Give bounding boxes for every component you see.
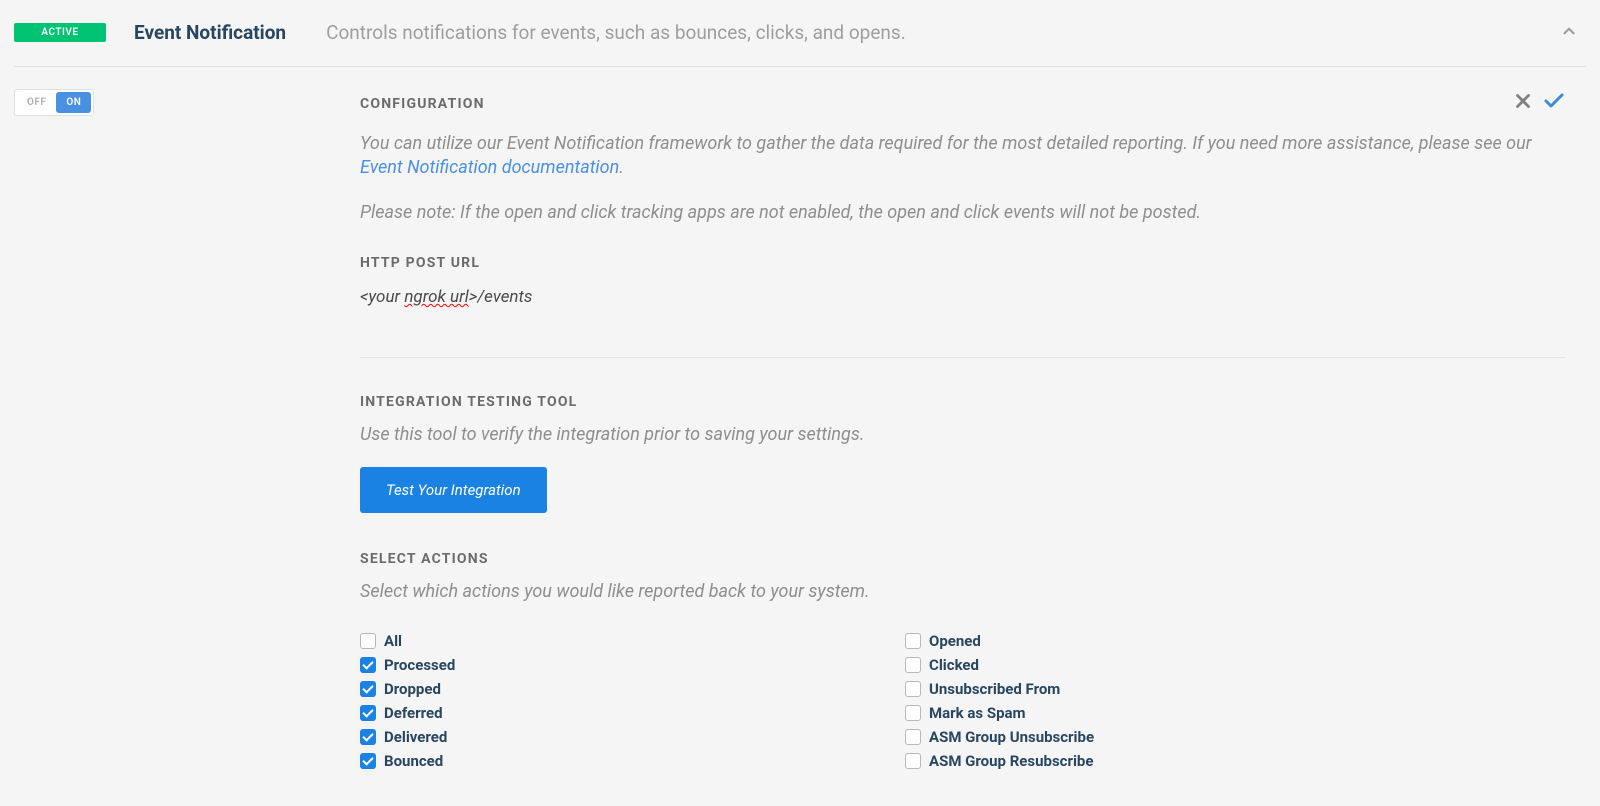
documentation-link[interactable]: Event Notification documentation bbox=[360, 157, 619, 178]
action-checkbox[interactable] bbox=[360, 657, 376, 673]
status-badge: ACTIVE bbox=[14, 23, 106, 42]
section-divider bbox=[360, 357, 1566, 358]
action-checkbox[interactable] bbox=[905, 681, 921, 697]
action-label: Opened bbox=[929, 632, 981, 650]
action-item: All bbox=[360, 632, 905, 650]
action-item: ASM Group Unsubscribe bbox=[905, 728, 1450, 746]
section-header: ACTIVE Event Notification Controls notif… bbox=[14, 0, 1586, 67]
section-description: Controls notifications for events, such … bbox=[326, 21, 1552, 44]
integration-help: Use this tool to verify the integration … bbox=[360, 424, 1566, 445]
action-label: ASM Group Resubscribe bbox=[929, 752, 1093, 770]
action-item: Opened bbox=[905, 632, 1450, 650]
select-actions-help: Select which actions you would like repo… bbox=[360, 581, 1566, 602]
http-post-url-value[interactable]: <your ngrok url>/events bbox=[360, 287, 1566, 307]
integration-heading: INTEGRATION TESTING TOOL bbox=[360, 394, 1566, 410]
action-label: All bbox=[384, 632, 402, 650]
cancel-icon[interactable] bbox=[1512, 90, 1534, 118]
toggle-off[interactable]: OFF bbox=[17, 92, 56, 113]
action-checkbox[interactable] bbox=[360, 729, 376, 745]
action-label: Bounced bbox=[384, 752, 443, 770]
action-label: ASM Group Unsubscribe bbox=[929, 728, 1094, 746]
collapse-chevron-icon[interactable] bbox=[1552, 18, 1586, 46]
test-integration-button[interactable]: Test Your Integration bbox=[360, 467, 547, 513]
action-item: Unsubscribed From bbox=[905, 680, 1450, 698]
action-checkbox[interactable] bbox=[905, 705, 921, 721]
toggle-on[interactable]: ON bbox=[56, 92, 91, 113]
action-checkbox[interactable] bbox=[905, 657, 921, 673]
action-checkbox[interactable] bbox=[905, 633, 921, 649]
action-item: Bounced bbox=[360, 752, 905, 770]
action-label: Unsubscribed From bbox=[929, 680, 1060, 698]
action-item: ASM Group Resubscribe bbox=[905, 752, 1450, 770]
action-label: Delivered bbox=[384, 728, 447, 746]
http-post-url-heading: HTTP POST URL bbox=[360, 255, 1566, 271]
confirm-icon[interactable] bbox=[1542, 89, 1566, 118]
action-checkbox[interactable] bbox=[905, 753, 921, 769]
action-label: Clicked bbox=[929, 656, 979, 674]
action-item: Mark as Spam bbox=[905, 704, 1450, 722]
action-item: Clicked bbox=[905, 656, 1450, 674]
action-checkbox[interactable] bbox=[360, 705, 376, 721]
action-checkbox[interactable] bbox=[360, 633, 376, 649]
enable-toggle[interactable]: OFF ON bbox=[14, 89, 94, 116]
configuration-heading: CONFIGURATION bbox=[360, 96, 485, 112]
action-item: Deferred bbox=[360, 704, 905, 722]
configuration-note: Please note: If the open and click track… bbox=[360, 201, 1566, 225]
action-label: Mark as Spam bbox=[929, 704, 1026, 722]
action-item: Delivered bbox=[360, 728, 905, 746]
action-checkbox[interactable] bbox=[905, 729, 921, 745]
configuration-description: You can utilize our Event Notification f… bbox=[360, 132, 1566, 181]
action-checkbox[interactable] bbox=[360, 681, 376, 697]
action-label: Dropped bbox=[384, 680, 441, 698]
section-title: Event Notification bbox=[134, 21, 286, 44]
action-item: Processed bbox=[360, 656, 905, 674]
action-label: Deferred bbox=[384, 704, 443, 722]
select-actions-heading: SELECT ACTIONS bbox=[360, 551, 1566, 567]
action-item: Dropped bbox=[360, 680, 905, 698]
action-label: Processed bbox=[384, 656, 455, 674]
action-checkbox[interactable] bbox=[360, 753, 376, 769]
